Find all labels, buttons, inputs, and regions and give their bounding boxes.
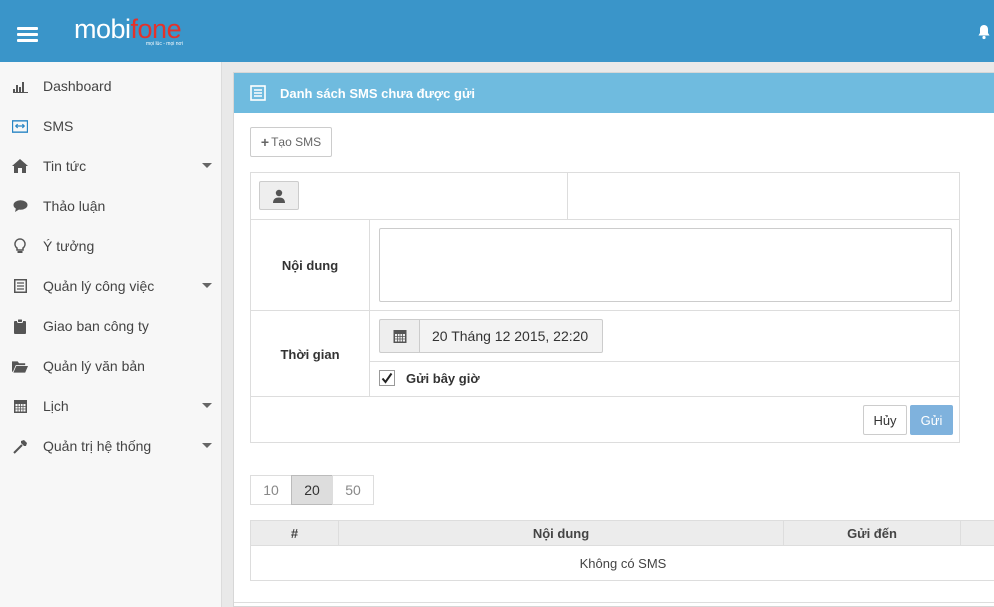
sms-form: Nội dung Thời gian 20 Tháng 12 2015, 22:… — [250, 172, 960, 443]
mobifone-logo[interactable]: mobifone mọi lúc - mọi nơi — [74, 14, 183, 47]
time-label: Thời gian — [251, 311, 370, 397]
sms-icon — [12, 118, 28, 134]
sidebar-item-discussion[interactable]: Thảo luận — [0, 186, 222, 226]
sidebar-item-company-briefing[interactable]: Giao ban công ty — [0, 306, 222, 346]
chevron-down-icon — [202, 403, 212, 408]
chevron-down-icon — [202, 163, 212, 168]
page-size-50[interactable]: 50 — [332, 475, 374, 505]
recipient-row — [251, 173, 959, 220]
panel-header: Danh sách SMS chưa được gửi — [234, 73, 994, 113]
sidebar-item-label: Ý tưởng — [43, 238, 95, 254]
checkmark-icon — [381, 372, 393, 384]
sidebar-item-news[interactable]: Tin tức — [0, 146, 222, 186]
content-row: Nội dung — [251, 220, 959, 311]
chevron-down-icon — [202, 443, 212, 448]
sidebar-item-sms[interactable]: SMS — [0, 106, 222, 146]
column-header-recipient[interactable]: Gửi đến — [784, 521, 961, 545]
sidebar-item-document-management[interactable]: Quản lý văn bản — [0, 346, 222, 386]
sidebar-item-label: Giao ban công ty — [43, 318, 149, 334]
sidebar-item-task-management[interactable]: Quản lý công việc — [0, 266, 222, 306]
sms-table: # Nội dung Gửi đến Không có SMS — [250, 520, 994, 581]
sms-panel: Danh sách SMS chưa được gửi + Tạo SMS Nội… — [233, 72, 994, 607]
empty-table-message: Không có SMS — [250, 546, 994, 581]
bell-icon[interactable] — [976, 24, 992, 40]
home-icon — [12, 158, 28, 174]
comment-icon — [12, 198, 28, 214]
plus-icon: + — [260, 134, 270, 150]
recipient-picker-button[interactable] — [259, 181, 299, 210]
cancel-button[interactable]: Hủy — [863, 405, 907, 435]
chevron-down-icon — [202, 283, 212, 288]
sidebar-item-label: SMS — [43, 118, 74, 134]
page-size-selector: 10 20 50 — [250, 475, 374, 505]
page-size-10[interactable]: 10 — [250, 475, 292, 505]
sidebar-item-system-admin[interactable]: Quản trị hệ thống — [0, 426, 222, 466]
sidebar-item-calendar[interactable]: Lịch — [0, 386, 222, 426]
sidebar-item-ideas[interactable]: Ý tưởng — [0, 226, 222, 266]
sidebar: Dashboard SMS Tin tức Thảo luận Ý tưởng … — [0, 62, 222, 607]
calendar-icon — [393, 330, 406, 343]
hamburger-icon[interactable] — [17, 27, 38, 45]
sidebar-item-label: Quản lý văn bản — [43, 358, 145, 374]
datetime-input[interactable]: 20 Tháng 12 2015, 22:20 — [419, 319, 603, 353]
sidebar-item-label: Quản trị hệ thống — [43, 438, 152, 454]
calendar-icon — [12, 398, 28, 414]
clipboard-icon — [12, 318, 28, 334]
top-navbar: mobifone mọi lúc - mọi nơi — [0, 0, 994, 62]
send-now-checkbox[interactable] — [379, 370, 395, 386]
folder-open-icon — [12, 358, 28, 374]
create-sms-button[interactable]: + Tạo SMS — [250, 127, 332, 157]
table-header: # Nội dung Gửi đến — [250, 520, 994, 546]
sidebar-item-label: Lịch — [43, 398, 69, 414]
content-label: Nội dung — [251, 220, 370, 310]
time-row: Thời gian 20 Tháng 12 2015, 22:20 Gửi bâ… — [251, 311, 959, 397]
sidebar-item-label: Tin tức — [43, 158, 87, 174]
sidebar-item-label: Dashboard — [43, 78, 112, 94]
list-icon — [12, 278, 28, 294]
content-textarea[interactable] — [379, 228, 952, 302]
list-icon — [250, 85, 266, 101]
send-button[interactable]: Gửi — [910, 405, 953, 435]
column-header-actions — [961, 521, 994, 545]
hammer-icon — [12, 438, 28, 454]
sidebar-item-dashboard[interactable]: Dashboard — [0, 66, 222, 106]
column-header-content[interactable]: Nội dung — [339, 521, 784, 545]
send-now-label: Gửi bây giờ — [406, 371, 480, 386]
bar-chart-icon — [12, 78, 28, 94]
calendar-picker-button[interactable] — [379, 319, 419, 353]
page-size-20[interactable]: 20 — [291, 475, 333, 505]
sidebar-item-label: Thảo luận — [43, 198, 106, 214]
lightbulb-icon — [12, 238, 28, 254]
sidebar-item-label: Quản lý công việc — [43, 278, 155, 294]
column-header-number[interactable]: # — [251, 521, 339, 545]
user-icon — [273, 189, 285, 203]
logo-tagline: mọi lúc - mọi nơi — [146, 41, 183, 47]
panel-title: Danh sách SMS chưa được gửi — [280, 85, 475, 101]
